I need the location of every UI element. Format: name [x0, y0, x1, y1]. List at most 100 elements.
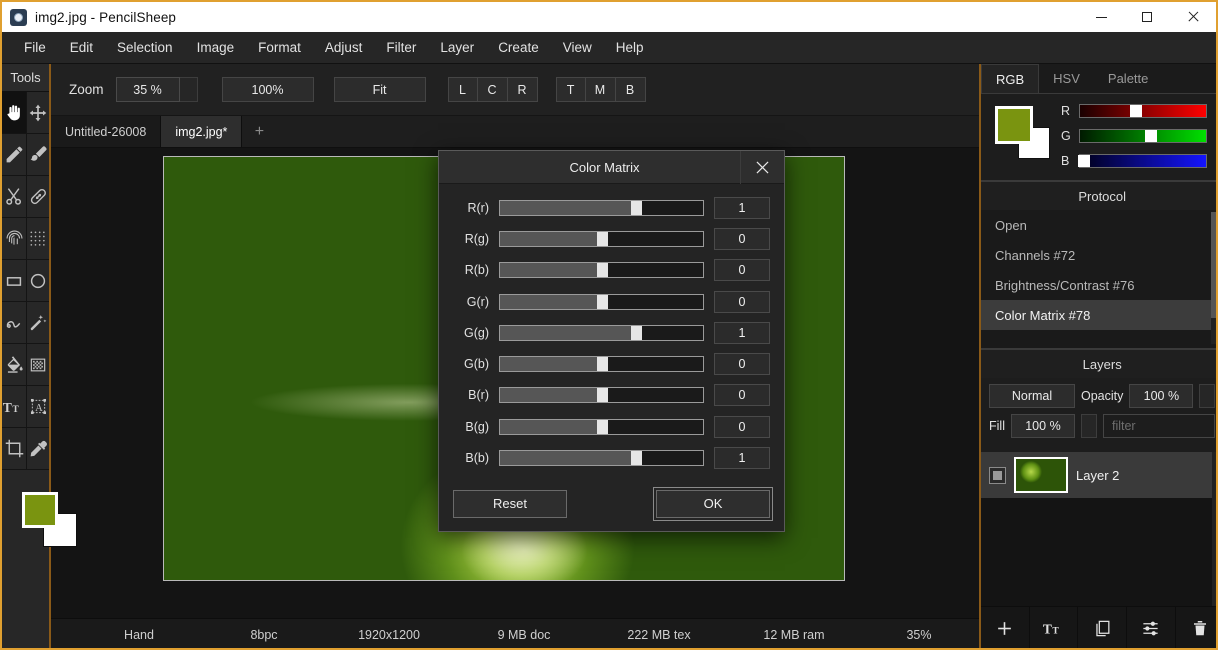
delete-layer-button[interactable] — [1176, 607, 1216, 648]
tab-hsv[interactable]: HSV — [1039, 64, 1094, 93]
panel-foreground-swatch[interactable] — [995, 106, 1033, 144]
layers-list[interactable]: Layer 2 — [981, 452, 1216, 606]
slider-knob[interactable] — [596, 388, 608, 403]
slider-knob[interactable] — [596, 357, 608, 372]
layers-scrollbar[interactable] — [1212, 452, 1216, 606]
tab-palette[interactable]: Palette — [1094, 64, 1162, 93]
slider-knob[interactable] — [631, 200, 642, 215]
slider-value-input[interactable]: 0 — [714, 227, 770, 250]
smudge-tool[interactable] — [2, 218, 27, 260]
slider-value-input[interactable]: 1 — [714, 321, 770, 344]
menu-item-view[interactable]: View — [551, 35, 604, 60]
tool-color-swatches[interactable] — [2, 470, 77, 556]
menu-item-selection[interactable]: Selection — [105, 35, 185, 60]
align-top-button[interactable]: T — [555, 77, 586, 102]
slider-track[interactable] — [499, 387, 704, 404]
foreground-color-swatch[interactable] — [22, 492, 58, 528]
slider-track[interactable] — [499, 262, 704, 279]
layer-filter-input[interactable]: filter — [1102, 414, 1216, 438]
eyedropper-tool[interactable] — [27, 428, 49, 470]
slider-value-input[interactable]: 0 — [714, 259, 770, 282]
channel-slider-g[interactable] — [1079, 129, 1208, 143]
slider-knob[interactable] — [596, 231, 608, 246]
slider-knob[interactable] — [631, 451, 642, 466]
zoom-fit-button[interactable]: Fit — [333, 77, 426, 102]
channel-slider-b[interactable] — [1077, 154, 1208, 168]
heal-tool[interactable] — [27, 176, 49, 218]
zoom-stepper[interactable] — [179, 77, 198, 102]
slider-value-input[interactable]: 0 — [714, 384, 770, 407]
list-item[interactable]: Brightness/Contrast #76 — [981, 270, 1216, 300]
fill-stepper[interactable] — [1080, 414, 1097, 438]
text-box-tool[interactable]: A — [27, 386, 49, 428]
slider-value-input[interactable]: 0 — [714, 415, 770, 438]
menu-item-image[interactable]: Image — [185, 35, 247, 60]
slider-track[interactable] — [499, 418, 704, 435]
channel-slider-r[interactable] — [1079, 104, 1208, 118]
tab-rgb[interactable]: RGB — [981, 64, 1040, 93]
align-center-button[interactable]: C — [477, 77, 508, 102]
slider-track[interactable] — [499, 324, 704, 341]
align-middle-button[interactable]: M — [585, 77, 616, 102]
opacity-input[interactable]: 100 % — [1129, 384, 1194, 408]
close-button[interactable] — [1170, 2, 1216, 32]
table-row[interactable]: Layer 2 — [981, 452, 1216, 498]
protocol-list[interactable]: Open Channels #72 Brightness/Contrast #76 C… — [981, 210, 1216, 350]
menu-item-help[interactable]: Help — [604, 35, 656, 60]
curve-tool[interactable] — [2, 302, 27, 344]
channel-knob-r[interactable] — [1129, 105, 1142, 117]
panel-color-swatches[interactable] — [995, 104, 1057, 166]
menu-item-edit[interactable]: Edit — [58, 35, 105, 60]
crop-tool[interactable] — [2, 428, 27, 470]
maximize-button[interactable] — [1124, 2, 1170, 32]
list-item[interactable]: Open — [981, 210, 1216, 240]
hand-tool[interactable] — [2, 92, 27, 134]
list-item[interactable]: Channels #72 — [981, 240, 1216, 270]
align-left-button[interactable]: L — [447, 77, 478, 102]
layer-properties-button[interactable] — [1127, 607, 1176, 648]
menu-item-adjust[interactable]: Adjust — [313, 35, 375, 60]
reset-button[interactable]: Reset — [453, 489, 567, 518]
dither-tool[interactable] — [27, 218, 49, 260]
channel-knob-b[interactable] — [1077, 155, 1090, 167]
slider-track[interactable] — [499, 230, 704, 247]
zoom-input[interactable]: 35 % — [115, 77, 180, 102]
slider-value-input[interactable]: 1 — [714, 196, 770, 219]
menu-item-format[interactable]: Format — [246, 35, 313, 60]
duplicate-layer-button[interactable] — [1078, 607, 1128, 648]
pencil-tool[interactable] — [2, 134, 27, 176]
protocol-scrollbar-thumb[interactable] — [1211, 212, 1216, 318]
slider-track[interactable] — [499, 356, 704, 373]
tab-untitled-26008[interactable]: Untitled-26008 — [51, 116, 162, 147]
list-item[interactable]: Color Matrix #78 — [981, 300, 1216, 330]
opacity-stepper[interactable] — [1199, 384, 1216, 408]
gradient-tool[interactable] — [27, 344, 49, 386]
fill-tool[interactable] — [2, 344, 27, 386]
new-tab-button[interactable]: + — [242, 116, 276, 147]
slider-knob[interactable] — [596, 263, 608, 278]
ellipse-tool[interactable] — [27, 260, 49, 302]
slider-track[interactable] — [499, 450, 704, 467]
slider-value-input[interactable]: 1 — [714, 447, 770, 470]
slider-knob[interactable] — [596, 294, 608, 309]
brush-tool[interactable] — [27, 134, 49, 176]
align-right-button[interactable]: R — [507, 77, 538, 102]
channel-knob-g[interactable] — [1144, 130, 1157, 142]
fill-input[interactable]: 100 % — [1010, 414, 1075, 438]
move-tool[interactable] — [27, 92, 49, 134]
slider-value-input[interactable]: 0 — [714, 353, 770, 376]
tab-img2-jpg[interactable]: img2.jpg* — [161, 116, 243, 147]
menu-item-file[interactable]: File — [12, 35, 58, 60]
blend-mode-select[interactable]: Normal — [989, 384, 1075, 408]
menu-item-create[interactable]: Create — [486, 35, 551, 60]
zoom-100-button[interactable]: 100% — [221, 77, 314, 102]
align-bottom-button[interactable]: B — [615, 77, 646, 102]
slider-track[interactable] — [499, 293, 704, 310]
magic-wand-tool[interactable] — [27, 302, 49, 344]
add-layer-button[interactable] — [981, 607, 1030, 648]
dialog-close-button[interactable] — [740, 150, 784, 184]
minimize-button[interactable] — [1078, 2, 1124, 32]
slider-track[interactable] — [499, 199, 704, 216]
text-tool[interactable]: TT — [2, 386, 27, 428]
slider-value-input[interactable]: 0 — [714, 290, 770, 313]
